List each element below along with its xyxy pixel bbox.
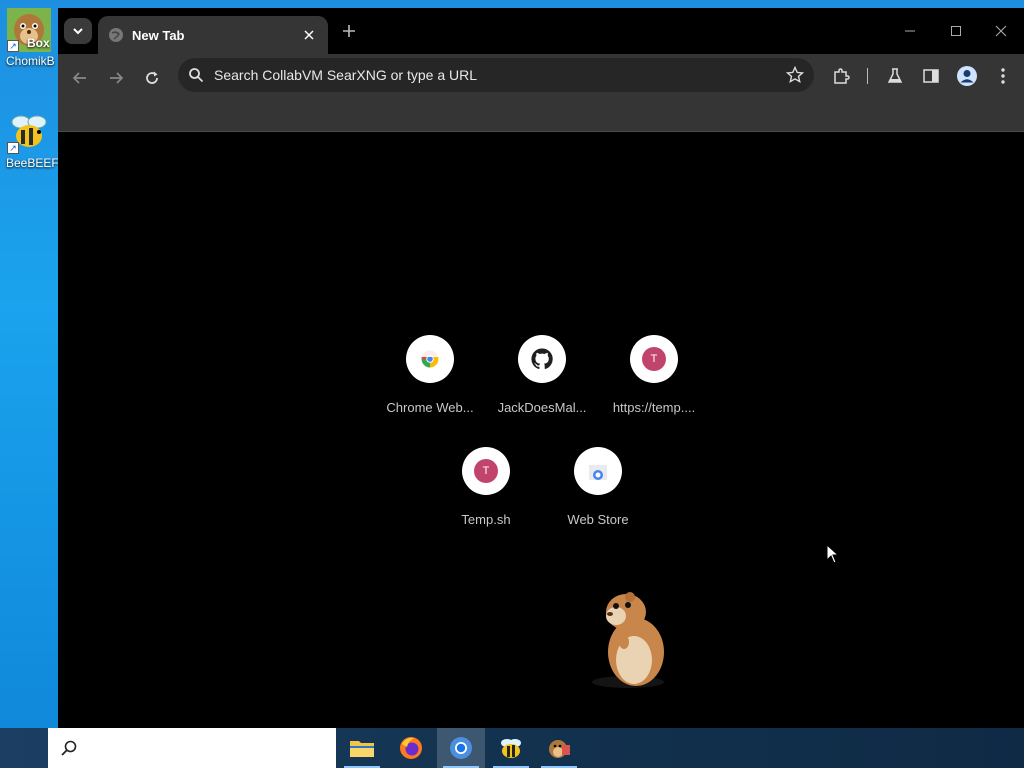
shortcut-temp-sh[interactable]: T Temp.sh <box>430 447 542 527</box>
letter-badge-icon: T <box>630 335 678 383</box>
new-tab-button[interactable] <box>338 20 360 42</box>
desktop-icon-label: ChomikB <box>6 54 55 68</box>
taskbar-search-input[interactable] <box>86 740 326 756</box>
chomikbox-overlay-text: Box <box>27 36 50 50</box>
letter-badge-icon: T <box>462 447 510 495</box>
shortcut-label: Temp.sh <box>461 512 511 527</box>
new-tab-page: Chrome Web... JackDoesMal... T https://t… <box>58 132 1024 728</box>
chomikbox-icon <box>549 740 570 758</box>
taskbar-file-explorer[interactable] <box>338 728 386 768</box>
plus-icon <box>343 25 355 37</box>
file-explorer-icon <box>350 741 374 757</box>
letter-badge: T <box>474 459 498 483</box>
desktop-icon-label: BeeBEEF <box>6 156 58 170</box>
chevron-down-icon <box>73 28 83 35</box>
taskbar <box>0 728 1024 768</box>
back-button[interactable] <box>64 62 96 94</box>
search-icon <box>189 68 204 83</box>
more-menu-icon[interactable] <box>991 64 1015 88</box>
bee-icon: ↗ <box>7 110 51 154</box>
desktop-icon-beebeef[interactable]: ↗ BeeBEEF <box>0 110 58 170</box>
reload-button[interactable] <box>136 62 168 94</box>
shortcut-chrome-web[interactable]: Chrome Web... <box>374 335 486 415</box>
shortcut-label: https://temp.... <box>612 400 696 415</box>
taskbar-firefox[interactable] <box>387 728 435 768</box>
reload-icon <box>146 71 158 84</box>
tab-new-tab[interactable]: New Tab <box>98 16 328 54</box>
chrome-icon <box>450 737 472 759</box>
labs-flask-icon[interactable] <box>883 64 907 88</box>
arrow-left-icon <box>72 72 86 84</box>
maximize-icon <box>951 26 961 36</box>
arrow-right-icon <box>110 72 124 84</box>
taskbar-chomikbox[interactable] <box>535 728 583 768</box>
forward-button[interactable] <box>100 62 132 94</box>
shortcut-arrow-icon: ↗ <box>7 142 19 154</box>
letter-badge: T <box>642 347 666 371</box>
close-window-button[interactable] <box>978 16 1024 46</box>
desktop-icon-chomikbox[interactable]: Box ↗ ChomikB <box>0 8 58 68</box>
browser-toolbar <box>58 54 1024 132</box>
shortcut-web-store[interactable]: Web Store <box>542 447 654 527</box>
github-icon <box>518 335 566 383</box>
side-panel-icon[interactable] <box>919 64 943 88</box>
beebeef-icon <box>501 739 521 758</box>
web-store-icon <box>574 447 622 495</box>
shortcut-label: Web Store <box>567 512 629 527</box>
bookmark-star-icon[interactable] <box>786 66 804 84</box>
shortcut-temp-url[interactable]: T https://temp.... <box>598 335 710 415</box>
tab-title: New Tab <box>132 27 185 43</box>
taskbar-beebeef[interactable] <box>487 728 535 768</box>
maximize-button[interactable] <box>933 16 979 46</box>
hamster-pet-image <box>586 582 676 692</box>
close-tab-icon[interactable] <box>300 26 318 44</box>
shortcut-label: JackDoesMal... <box>497 400 587 415</box>
taskbar-search-box[interactable] <box>48 728 336 768</box>
close-icon <box>995 25 1007 37</box>
minimize-icon <box>905 30 915 32</box>
tab-search-button[interactable] <box>64 18 92 44</box>
search-icon <box>61 740 77 756</box>
globe-icon <box>108 27 124 43</box>
address-input[interactable] <box>214 67 786 83</box>
shortcut-arrow-icon: ↗ <box>7 40 19 52</box>
taskbar-chrome[interactable] <box>437 728 485 768</box>
toolbar-divider <box>867 68 868 84</box>
profile-avatar-icon[interactable] <box>955 64 979 88</box>
extensions-icon[interactable] <box>829 64 853 88</box>
browser-window: New Tab Search CollabVM SearXNG or type … <box>58 8 1024 728</box>
firefox-icon <box>400 737 422 759</box>
mouse-cursor-icon <box>826 543 840 564</box>
address-bar[interactable] <box>178 58 814 92</box>
chomikbox-icon: Box ↗ <box>7 8 51 52</box>
minimize-button[interactable] <box>887 16 933 46</box>
tab-strip: New Tab <box>58 8 1024 54</box>
shortcut-label: Chrome Web... <box>386 400 474 415</box>
chrome-logo-icon <box>406 335 454 383</box>
shortcut-jackdoesmal[interactable]: JackDoesMal... <box>486 335 598 415</box>
